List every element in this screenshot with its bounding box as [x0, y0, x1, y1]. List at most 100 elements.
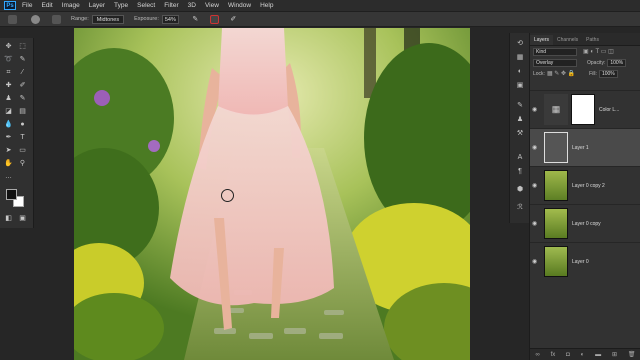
pen-tool-icon[interactable]: ✒	[4, 133, 13, 142]
layer-row-layer-1[interactable]: ◉ Layer 1	[530, 128, 640, 166]
layer-thumbnail	[544, 170, 568, 201]
lasso-tool-icon[interactable]: ➰	[4, 55, 13, 64]
eyedropper-tool-icon[interactable]: ⁄	[18, 68, 27, 77]
type-tool-icon[interactable]: T	[18, 133, 27, 142]
menu-select[interactable]: Select	[137, 2, 155, 9]
menu-type[interactable]: Type	[114, 2, 128, 9]
layer-row-color-lookup[interactable]: ◉ ▦ Color L...	[530, 90, 640, 128]
layer-mask-thumbnail[interactable]	[571, 94, 595, 125]
visibility-eye-icon[interactable]: ◉	[532, 107, 540, 113]
opacity-input[interactable]: 100%	[607, 58, 627, 67]
photoshop-logo: Ps	[4, 1, 16, 10]
clone-stamp-tool-icon[interactable]: ♟	[4, 94, 13, 103]
filter-type-icons[interactable]: ▣ ◐ T ▭ ◫	[583, 48, 614, 55]
marquee-tool-icon[interactable]: ⬚	[18, 42, 27, 51]
layer-filter-select[interactable]: Kind	[533, 47, 577, 56]
layer-name[interactable]: Layer 1	[572, 145, 589, 151]
fill-label: Fill:	[589, 70, 597, 77]
new-adjustment-icon[interactable]: ◐	[581, 352, 585, 358]
properties-panel-icon[interactable]: ▦	[515, 53, 525, 63]
layer-name[interactable]: Color L...	[599, 107, 619, 113]
visibility-eye-icon[interactable]: ◉	[532, 221, 540, 227]
link-layers-icon[interactable]: ∞	[535, 352, 539, 358]
tab-layers[interactable]: Layers	[530, 35, 554, 45]
quick-mask-icon[interactable]: ◧	[4, 214, 13, 223]
eraser-tool-icon[interactable]: ◪	[4, 107, 13, 116]
brush-tool-icon[interactable]: ✐	[18, 81, 27, 90]
menu-layer[interactable]: Layer	[89, 2, 105, 9]
layer-thumbnail	[544, 246, 568, 277]
protect-tones-icon[interactable]	[209, 14, 219, 24]
add-mask-icon[interactable]: ◘	[566, 352, 570, 358]
brush-cursor	[221, 189, 234, 202]
visibility-eye-icon[interactable]: ◉	[532, 145, 540, 151]
path-selection-tool-icon[interactable]: ➤	[4, 146, 13, 155]
character-panel-icon[interactable]: A	[515, 153, 525, 163]
history-panel-icon[interactable]: ⟲	[515, 39, 525, 49]
foreground-color-swatch[interactable]	[6, 189, 17, 200]
airbrush-icon[interactable]: ✎	[191, 15, 200, 24]
menu-bar: Ps File Edit Image Layer Type Select Fil…	[0, 0, 640, 11]
layer-row-layer-0[interactable]: ◉ Layer 0	[530, 242, 640, 280]
3d-panel-icon[interactable]: ⬢	[515, 185, 525, 195]
color-swatches[interactable]	[6, 189, 24, 207]
filter-row: Kind ▣ ◐ T ▭ ◫	[530, 46, 640, 57]
menu-filter[interactable]: Filter	[164, 2, 178, 9]
healing-brush-tool-icon[interactable]: ✚	[4, 81, 13, 90]
dodge-tool-preset-icon[interactable]	[8, 14, 17, 24]
lock-label: Lock:	[533, 70, 545, 77]
exposure-input[interactable]: 54%	[161, 14, 179, 24]
lock-icons[interactable]: ▦ ✎ ✥ 🔒	[547, 70, 575, 77]
document-canvas-photo[interactable]	[74, 28, 470, 360]
menu-help[interactable]: Help	[260, 2, 273, 9]
quick-select-tool-icon[interactable]: ✎	[18, 55, 27, 64]
blend-row: Overlay Opacity: 100%	[530, 57, 640, 68]
rectangle-tool-icon[interactable]: ▭	[18, 146, 27, 155]
tab-paths[interactable]: Paths	[582, 35, 603, 45]
crop-tool-icon[interactable]: ⌗	[4, 68, 13, 77]
tools-panel: ✥ ⬚ ➰ ✎ ⌗ ⁄ ✚ ✐ ♟ ✎ ◪ ▤ 💧 ● ✒ T ➤ ▭ ✋ ⚲ …	[0, 38, 34, 228]
gradient-tool-icon[interactable]: ▤	[18, 107, 27, 116]
pressure-icon[interactable]: ✐	[229, 15, 238, 24]
visibility-eye-icon[interactable]: ◉	[532, 259, 540, 265]
new-layer-icon[interactable]: ⊞	[612, 351, 617, 358]
dodge-tool-icon[interactable]: ●	[18, 120, 27, 129]
screen-mode-icon[interactable]: ▣	[18, 214, 27, 223]
zoom-tool-icon[interactable]: ⚲	[18, 159, 27, 168]
history-brush-tool-icon[interactable]: ✎	[18, 94, 27, 103]
range-select[interactable]: Midtones	[91, 14, 125, 24]
layer-name[interactable]: Layer 0 copy 2	[572, 183, 605, 189]
menu-file[interactable]: File	[22, 2, 32, 9]
brush-preset-icon[interactable]	[31, 14, 40, 24]
panel-dock-strip: ⟲ ▦ ◐ ▣ ✎ ♟ ⚒ A ¶ ⬢ ℛ	[509, 33, 529, 223]
blend-mode-select[interactable]: Overlay	[533, 58, 577, 67]
blur-tool-icon[interactable]: 💧	[4, 120, 13, 129]
layers-panel: Layers Channels Paths Kind ▣ ◐ T ▭ ◫ Ove…	[529, 33, 640, 360]
layer-row-layer-0-copy[interactable]: ◉ Layer 0 copy	[530, 204, 640, 242]
more-tools-icon[interactable]: …	[4, 172, 13, 181]
menu-image[interactable]: Image	[62, 2, 80, 9]
move-tool-icon[interactable]: ✥	[4, 42, 13, 51]
paragraph-panel-icon[interactable]: ¶	[515, 167, 525, 177]
layer-name[interactable]: Layer 0 copy	[572, 221, 601, 227]
styles-panel-icon[interactable]: ▣	[515, 81, 525, 91]
brush-settings-icon[interactable]	[52, 14, 61, 24]
adjustments-panel-icon[interactable]: ◐	[515, 67, 525, 77]
layer-style-icon[interactable]: fx	[551, 352, 556, 358]
menu-window[interactable]: Window	[228, 2, 251, 9]
delete-layer-icon[interactable]: 🗑	[628, 351, 636, 358]
layer-name[interactable]: Layer 0	[572, 259, 589, 265]
menu-view[interactable]: View	[205, 2, 219, 9]
menu-edit[interactable]: Edit	[41, 2, 52, 9]
clone-source-panel-icon[interactable]: ♟	[515, 115, 525, 125]
menu-3d[interactable]: 3D	[188, 2, 196, 9]
layer-row-layer-0-copy-2[interactable]: ◉ Layer 0 copy 2	[530, 166, 640, 204]
glyphs-panel-icon[interactable]: ℛ	[515, 203, 525, 213]
brush-panel-icon[interactable]: ✎	[515, 101, 525, 111]
new-group-icon[interactable]: ▬	[595, 352, 601, 358]
hand-tool-icon[interactable]: ✋	[4, 159, 13, 168]
visibility-eye-icon[interactable]: ◉	[532, 183, 540, 189]
tab-channels[interactable]: Channels	[553, 35, 582, 45]
tool-presets-panel-icon[interactable]: ⚒	[515, 129, 525, 139]
fill-input[interactable]: 100%	[598, 69, 618, 78]
